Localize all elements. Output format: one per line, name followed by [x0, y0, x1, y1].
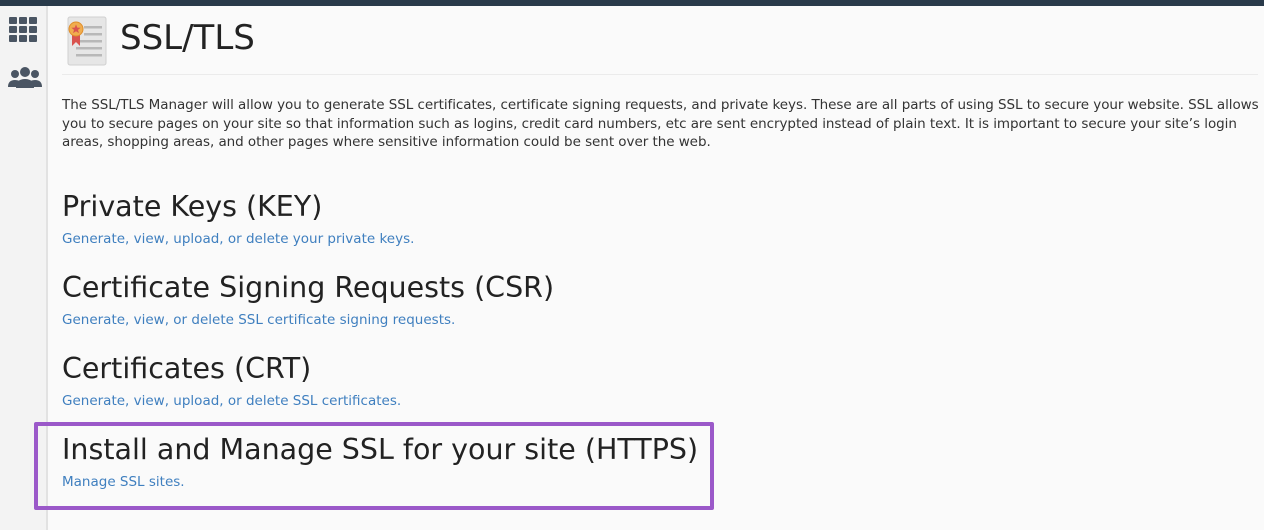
section-heading: Install and Manage SSL for your site (HT… [62, 433, 699, 466]
private-keys-link[interactable]: Generate, view, upload, or delete your p… [62, 230, 414, 248]
section-heading: Certificates (CRT) [62, 352, 312, 385]
intro-text: The SSL/TLS Manager will allow you to ge… [62, 97, 1259, 150]
main-content: SSL/TLS The SSL/TLS Manager will allow y… [34, 6, 1264, 530]
section-csr: Certificate Signing Requests (CSR) Gener… [62, 271, 554, 329]
section-private-keys: Private Keys (KEY) Generate, view, uploa… [62, 190, 414, 248]
page-title: SSL/TLS [120, 18, 255, 58]
section-certificates: Certificates (CRT) Generate, view, uploa… [62, 352, 401, 410]
certificates-link[interactable]: Generate, view, upload, or delete SSL ce… [62, 392, 401, 410]
section-install-ssl: Install and Manage SSL for your site (HT… [62, 433, 698, 491]
apps-grid-icon[interactable] [7, 16, 41, 46]
section-heading: Certificate Signing Requests (CSR) [62, 271, 555, 304]
csr-link[interactable]: Generate, view, or delete SSL certificat… [62, 311, 554, 329]
users-icon[interactable] [7, 64, 42, 94]
page-header: SSL/TLS [62, 16, 1258, 75]
section-heading: Private Keys (KEY) [62, 190, 323, 223]
certificate-icon [66, 16, 108, 66]
manage-ssl-sites-link[interactable]: Manage SSL sites. [62, 473, 698, 491]
